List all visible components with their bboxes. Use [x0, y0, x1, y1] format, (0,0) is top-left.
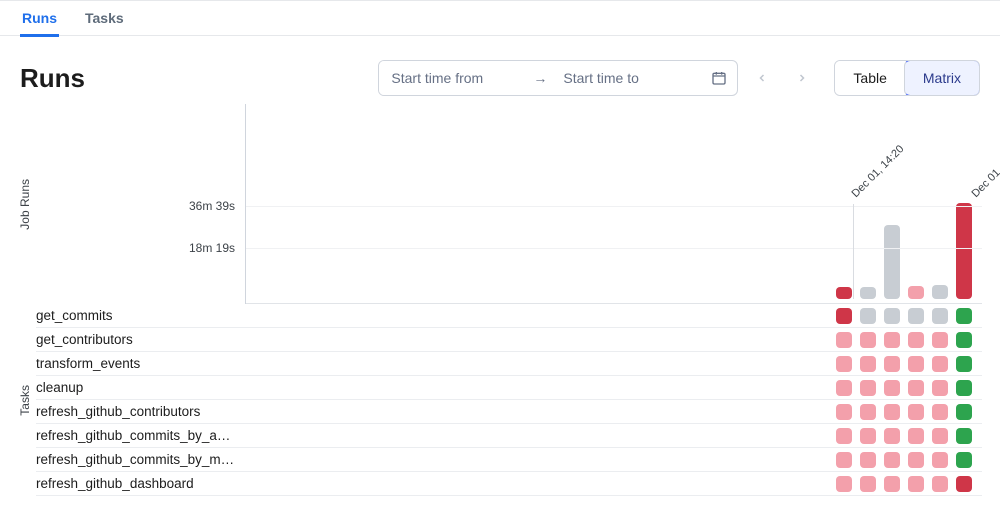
task-row: transform_events: [36, 352, 982, 376]
task-cell[interactable]: [908, 428, 924, 444]
y-axis: 36m 39s 18m 19s: [36, 104, 246, 304]
task-cell[interactable]: [884, 332, 900, 348]
start-time-from-input[interactable]: [379, 61, 529, 95]
task-name: refresh_github_contributors: [36, 404, 246, 419]
task-cell[interactable]: [860, 476, 876, 492]
task-cell[interactable]: [836, 452, 852, 468]
task-cell[interactable]: [836, 356, 852, 372]
task-cell[interactable]: [884, 356, 900, 372]
y-tick: 36m 39s: [189, 199, 235, 213]
task-cell[interactable]: [908, 356, 924, 372]
task-cell[interactable]: [956, 356, 972, 372]
task-cell[interactable]: [956, 332, 972, 348]
view-table-button[interactable]: Table: [835, 61, 904, 95]
task-cell[interactable]: [836, 404, 852, 420]
task-name: cleanup: [36, 380, 246, 395]
task-cell[interactable]: [860, 452, 876, 468]
prev-page-button[interactable]: [746, 60, 778, 96]
task-row: cleanup: [36, 376, 982, 400]
task-row: refresh_github_commits_by_a…: [36, 424, 982, 448]
arrow-right-icon: →: [529, 70, 551, 86]
task-cell[interactable]: [860, 380, 876, 396]
page-header: Runs → Table Matrix: [0, 36, 1000, 104]
task-cell[interactable]: [836, 308, 852, 324]
task-row: get_commits: [36, 304, 982, 328]
task-cell[interactable]: [908, 308, 924, 324]
task-name: refresh_github_commits_by_m…: [36, 452, 246, 467]
task-cell[interactable]: [884, 428, 900, 444]
task-cell[interactable]: [884, 404, 900, 420]
y-tick: 18m 19s: [189, 241, 235, 255]
task-row: refresh_github_dashboard: [36, 472, 982, 496]
task-name: transform_events: [36, 356, 246, 371]
task-cell[interactable]: [860, 428, 876, 444]
task-cell[interactable]: [932, 356, 948, 372]
task-cell[interactable]: [932, 380, 948, 396]
task-cell[interactable]: [932, 332, 948, 348]
task-cell[interactable]: [860, 332, 876, 348]
task-cell[interactable]: [860, 308, 876, 324]
task-cell[interactable]: [956, 452, 972, 468]
task-name: refresh_github_commits_by_a…: [36, 428, 246, 443]
top-tabs: Runs Tasks: [0, 0, 1000, 36]
task-cell[interactable]: [908, 404, 924, 420]
task-cell[interactable]: [908, 380, 924, 396]
tasks-matrix: get_commits get_contributors transform_eve…: [36, 304, 982, 496]
page-title: Runs: [20, 63, 85, 94]
task-cell[interactable]: [908, 332, 924, 348]
calendar-icon[interactable]: [701, 70, 737, 86]
task-cell[interactable]: [932, 404, 948, 420]
matrix-chart: Job Runs Tasks 36m 39s 18m 19s Dec 01, 14…: [0, 104, 1000, 508]
task-cell[interactable]: [908, 476, 924, 492]
task-row: refresh_github_contributors: [36, 400, 982, 424]
task-cell[interactable]: [884, 476, 900, 492]
date-range-picker[interactable]: →: [378, 60, 738, 96]
task-cell[interactable]: [956, 428, 972, 444]
view-toggle: Table Matrix: [834, 60, 980, 96]
task-cell[interactable]: [932, 452, 948, 468]
task-cell[interactable]: [860, 404, 876, 420]
run-bar[interactable]: [932, 285, 948, 299]
task-cell[interactable]: [884, 380, 900, 396]
job-runs-bars: 36m 39s 18m 19s Dec 01, 14:20Dec 01, 15:3…: [36, 104, 982, 304]
task-cell[interactable]: [836, 476, 852, 492]
task-cell[interactable]: [884, 308, 900, 324]
run-bar[interactable]: [956, 203, 972, 299]
task-name: refresh_github_dashboard: [36, 476, 246, 491]
axis-label-job-runs: Job Runs: [18, 139, 32, 270]
task-row: refresh_github_commits_by_m…: [36, 448, 982, 472]
bars-plot: Dec 01, 14:20Dec 01, 15:30: [246, 104, 982, 304]
task-cell[interactable]: [932, 476, 948, 492]
task-name: get_commits: [36, 308, 246, 323]
task-cell[interactable]: [884, 452, 900, 468]
next-page-button[interactable]: [786, 60, 818, 96]
start-time-to-input[interactable]: [551, 61, 701, 95]
task-cell[interactable]: [956, 308, 972, 324]
task-name: get_contributors: [36, 332, 246, 347]
task-cell[interactable]: [908, 452, 924, 468]
time-label: Dec 01, 14:20: [849, 143, 906, 200]
task-row: get_contributors: [36, 328, 982, 352]
task-cell[interactable]: [956, 476, 972, 492]
task-cell[interactable]: [932, 428, 948, 444]
task-cell[interactable]: [860, 356, 876, 372]
task-cell[interactable]: [956, 404, 972, 420]
tab-tasks[interactable]: Tasks: [83, 2, 126, 34]
task-cell[interactable]: [836, 332, 852, 348]
task-cell[interactable]: [836, 380, 852, 396]
run-bar[interactable]: [860, 287, 876, 299]
task-cell[interactable]: [956, 380, 972, 396]
run-bar[interactable]: [884, 225, 900, 299]
run-bar[interactable]: [908, 286, 924, 299]
task-cell[interactable]: [836, 428, 852, 444]
tab-runs[interactable]: Runs: [20, 0, 59, 37]
task-cell[interactable]: [932, 308, 948, 324]
axis-label-tasks: Tasks: [18, 385, 32, 416]
view-matrix-button[interactable]: Matrix: [904, 60, 980, 96]
time-label: Dec 01, 15:30: [969, 143, 1000, 200]
run-bar[interactable]: [836, 287, 852, 299]
